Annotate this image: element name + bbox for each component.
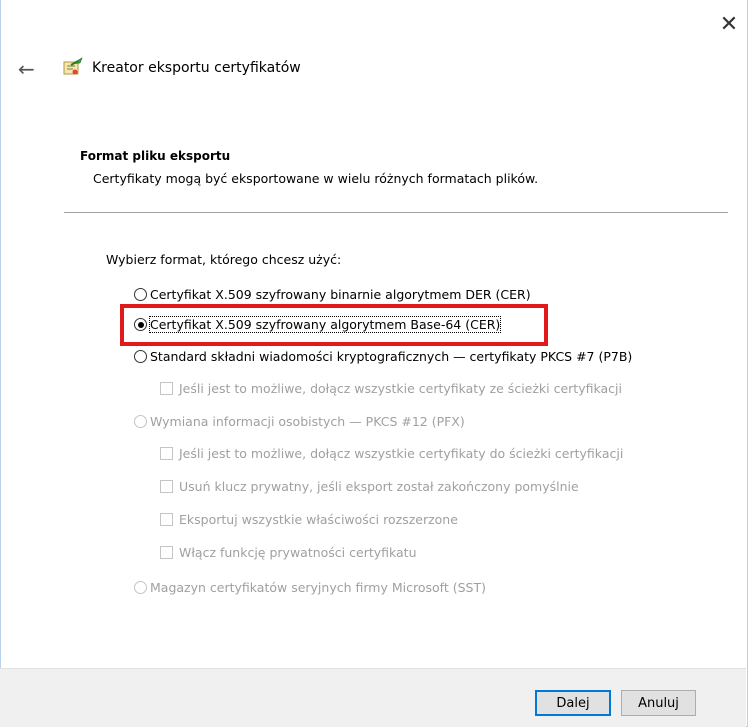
back-arrow-icon[interactable]: ← — [18, 57, 35, 81]
close-icon[interactable]: ✕ — [716, 14, 742, 40]
radio-base64[interactable]: Certyfikat X.509 szyfrowany algorytmem B… — [134, 316, 502, 333]
next-button[interactable]: Dalej — [535, 690, 611, 716]
checkbox-pfx-export-ext-label: Eksportuj wszystkie właściwości rozszerz… — [179, 512, 458, 527]
checkbox-pfx-export-ext: Eksportuj wszystkie właściwości rozszerz… — [160, 512, 458, 527]
format-prompt: Wybierz format, którego chcesz użyć: — [106, 252, 342, 267]
radio-indicator-checked[interactable] — [134, 318, 147, 331]
section-description: Certyfikaty mogą być eksportowane w wiel… — [93, 171, 539, 186]
radio-pkcs7[interactable]: Standard składni wiadomości kryptografic… — [134, 349, 632, 364]
radio-sst-label: Magazyn certyfikatów seryjnych firmy Mic… — [150, 580, 486, 595]
radio-sst: Magazyn certyfikatów seryjnych firmy Mic… — [134, 580, 486, 595]
cancel-button[interactable]: Anuluj — [621, 690, 696, 716]
radio-der[interactable]: Certyfikat X.509 szyfrowany binarnie alg… — [134, 287, 531, 302]
radio-indicator-disabled — [134, 581, 147, 594]
checkbox-indicator — [160, 480, 173, 493]
checkbox-pfx-privacy-label: Włącz funkcję prywatności certyfikatu — [179, 545, 417, 560]
checkbox-pfx-include-all: Jeśli jest to możliwe, dołącz wszystkie … — [160, 446, 623, 461]
checkbox-pkcs7-include-all: Jeśli jest to możliwe, dołącz wszystkie … — [160, 381, 622, 396]
header-divider — [64, 212, 728, 213]
checkbox-indicator — [160, 447, 173, 460]
checkbox-indicator — [160, 546, 173, 559]
radio-indicator[interactable] — [134, 350, 147, 363]
checkbox-pfx-delete-key-label: Usuń klucz prywatny, jeśli eksport zosta… — [179, 479, 579, 494]
radio-pkcs7-label[interactable]: Standard składni wiadomości kryptografic… — [150, 349, 632, 364]
radio-base64-label[interactable]: Certyfikat X.509 szyfrowany algorytmem B… — [148, 316, 502, 333]
radio-pfx: Wymiana informacji osobistych — PKCS #12… — [134, 414, 465, 429]
checkbox-pkcs7-include-all-label: Jeśli jest to możliwe, dołącz wszystkie … — [179, 381, 622, 396]
radio-der-label[interactable]: Certyfikat X.509 szyfrowany binarnie alg… — [150, 287, 531, 302]
radio-indicator[interactable] — [134, 288, 147, 301]
checkbox-pfx-include-all-label: Jeśli jest to możliwe, dołącz wszystkie … — [179, 446, 624, 461]
section-title: Format pliku eksportu — [80, 149, 231, 163]
checkbox-pfx-privacy: Włącz funkcję prywatności certyfikatu — [160, 545, 417, 560]
certificate-wizard-icon — [63, 57, 83, 75]
checkbox-pfx-delete-key: Usuń klucz prywatny, jeśli eksport zosta… — [160, 479, 579, 494]
checkbox-indicator — [160, 513, 173, 526]
radio-pfx-label: Wymiana informacji osobistych — PKCS #12… — [150, 414, 465, 429]
window-title: Kreator eksportu certyfikatów — [92, 60, 301, 76]
checkbox-indicator — [160, 382, 173, 395]
radio-indicator-disabled — [134, 415, 147, 428]
